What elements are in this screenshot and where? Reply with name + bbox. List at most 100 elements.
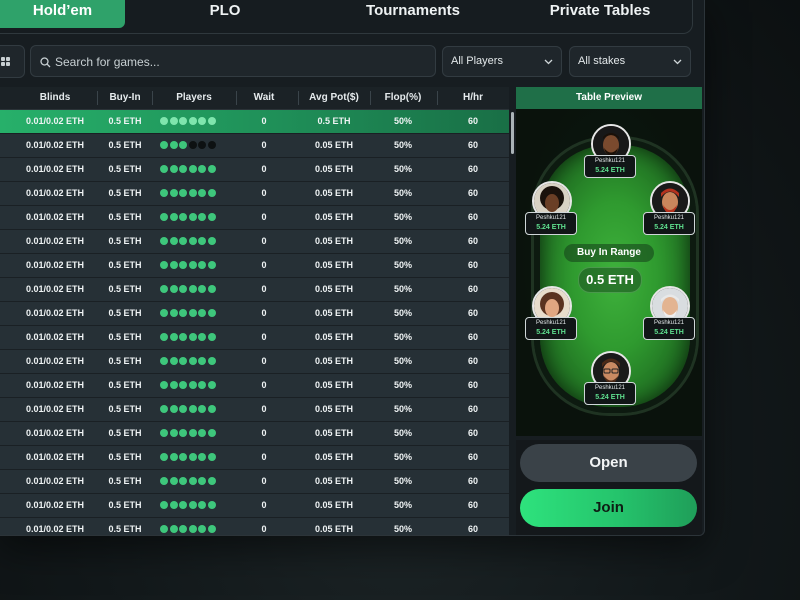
table-scrollbar[interactable] [511,112,514,154]
seat-filled-dot [160,237,168,245]
column-header-avg-pot[interactable]: Avg Pot($) [298,87,370,109]
table-row[interactable]: 0.01/0.02 ETH 0.5 ETH 0 0.05 ETH 50% 60 [0,374,509,398]
seat-filled-dot [207,237,216,245]
table-row[interactable]: 0.01/0.02 ETH 0.5 ETH 0 0.05 ETH 50% 60 [0,326,509,350]
grid-view-button[interactable] [0,45,25,78]
seat-filled-dot [169,285,178,293]
cell-hands-per-hour: 60 [467,428,478,438]
cell-wait: 0 [261,284,267,294]
seat-filled-dot [188,261,197,269]
cell-hands-per-hour: 60 [467,500,478,510]
column-header-hands-per-hour[interactable]: H/hr [438,87,508,109]
cell-hands-per-hour: 60 [467,140,478,150]
cell-avg-pot: 0.05 ETH [314,284,354,294]
player-seats-indicator [160,213,218,222]
cell-blinds: 0.01/0.02 ETH [25,164,85,174]
cell-buyin: 0.5 ETH [108,284,142,294]
seat-filled-dot [207,117,216,125]
player-stack: 5.24 ETH [654,329,684,336]
cell-buyin: 0.5 ETH [108,524,142,534]
column-header-blinds[interactable]: Blinds [12,87,98,109]
cell-avg-pot: 0.05 ETH [314,356,354,366]
search-input[interactable] [53,46,427,78]
seat-filled-dot [198,429,207,437]
player-seats-indicator [160,477,218,486]
table-row[interactable]: 0.01/0.02 ETH 0.5 ETH 0 0.05 ETH 50% 60 [0,350,509,374]
cell-wait: 0 [261,140,267,150]
player-seats-indicator [160,165,218,174]
cell-flop: 50% [393,380,412,390]
column-header-buyin[interactable]: Buy-In [98,87,152,109]
cell-buyin: 0.5 ETH [108,188,142,198]
cell-hands-per-hour: 60 [467,404,478,414]
cell-hands-per-hour: 60 [467,524,478,534]
seat-filled-dot [188,237,197,245]
join-button[interactable]: Join [520,489,697,527]
table-row[interactable]: 0.01/0.02 ETH 0.5 ETH 0 0.05 ETH 50% 60 [0,470,509,494]
column-header-flop[interactable]: Flop(%) [370,87,436,109]
player-name: Peshku121 [653,320,685,326]
player-stack: 5.24 ETH [536,224,566,231]
table-row[interactable]: 0.01/0.02 ETH 0.5 ETH 0 0.05 ETH 50% 60 [0,278,509,302]
seat-filled-dot [198,189,207,197]
seat-filled-dot [160,261,168,269]
seat-filled-dot [179,501,188,509]
seat-filled-dot [188,405,197,413]
tab-private-tables[interactable]: Private Tables [525,0,675,28]
cell-wait: 0 [261,236,267,246]
table-row[interactable]: 0.01/0.02 ETH 0.5 ETH 0 0.05 ETH 50% 60 [0,398,509,422]
seat-filled-dot [198,213,207,221]
table-row[interactable]: 0.01/0.02 ETH 0.5 ETH 0 0.05 ETH 50% 60 [0,206,509,230]
column-header-players[interactable]: Players [152,87,236,109]
table-row[interactable]: 0.01/0.02 ETH 0.5 ETH 0 0.05 ETH 50% 60 [0,134,509,158]
cell-avg-pot: 0.05 ETH [314,308,354,318]
tab-label: PLO [209,2,241,19]
seat-filled-dot [207,261,216,269]
seat-filled-dot [169,405,178,413]
seat-filled-dot [188,189,197,197]
seat-filled-dot [169,357,178,365]
tab-label: Hold’em [32,2,93,19]
table-preview-panel: Table Preview Buy In Range 0.5 ETH Peshk… [516,87,702,436]
table-row[interactable]: 0.01/0.02 ETH 0.5 ETH 0 0.05 ETH 50% 60 [0,302,509,326]
table-row[interactable]: 0.01/0.02 ETH 0.5 ETH 0 0.05 ETH 50% 60 [0,446,509,470]
table-row[interactable]: 0.01/0.02 ETH 0.5 ETH 0 0.05 ETH 50% 60 [0,182,509,206]
tab-holdem[interactable]: Hold’em [0,0,125,28]
seat-filled-dot [207,501,216,509]
stakes-filter-value: All stakes [578,55,626,67]
seat-empty-dot [207,141,216,149]
seat-filled-dot [179,189,188,197]
seat-filled-dot [160,453,168,461]
cell-wait: 0 [261,116,267,126]
seat-filled-dot [188,309,197,317]
table-row[interactable]: 0.01/0.02 ETH 0.5 ETH 0 0.05 ETH 50% 60 [0,494,509,518]
stakes-filter-dropdown[interactable]: All stakes [569,46,691,77]
tab-plo[interactable]: PLO [175,0,275,28]
tab-label: Private Tables [549,2,651,19]
cell-flop: 50% [393,308,412,318]
cell-avg-pot: 0.05 ETH [314,164,354,174]
table-row[interactable]: 0.01/0.02 ETH 0.5 ETH 0 0.05 ETH 50% 60 [0,158,509,182]
cell-wait: 0 [261,524,267,534]
seat-filled-dot [188,165,197,173]
cell-wait: 0 [261,260,267,270]
cell-avg-pot: 0.05 ETH [314,476,354,486]
player-nameplate: Peshku121 5.24 ETH [643,317,695,340]
table-row[interactable]: 0.01/0.02 ETH 0.5 ETH 0 0.05 ETH 50% 60 [0,230,509,254]
table-row[interactable]: 0.01/0.02 ETH 0.5 ETH 0 0.05 ETH 50% 60 [0,422,509,446]
player-seats-indicator [160,141,218,150]
table-row[interactable]: 0.01/0.02 ETH 0.5 ETH 0 0.5 ETH 50% 60 [0,110,509,134]
open-button[interactable]: Open [520,444,697,482]
table-row[interactable]: 0.01/0.02 ETH 0.5 ETH 0 0.05 ETH 50% 60 [0,254,509,278]
cell-hands-per-hour: 60 [467,356,478,366]
players-filter-dropdown[interactable]: All Players [442,46,562,77]
seat-filled-dot [188,117,197,125]
seat-filled-dot [207,525,216,533]
cell-blinds: 0.01/0.02 ETH [25,380,85,390]
player-seats-indicator [160,501,218,510]
cell-avg-pot: 0.05 ETH [314,380,354,390]
cell-hands-per-hour: 60 [467,380,478,390]
table-row[interactable]: 0.01/0.02 ETH 0.5 ETH 0 0.05 ETH 50% 60 [0,518,509,535]
tab-tournaments[interactable]: Tournaments [338,0,488,28]
column-header-wait[interactable]: Wait [236,87,292,109]
